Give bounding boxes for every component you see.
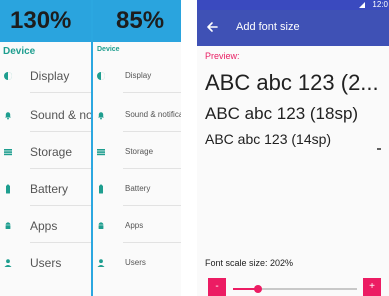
person-icon [96,258,106,268]
brightness-icon [96,71,106,81]
row-divider [30,92,91,93]
row-divider [30,131,91,132]
status-bar: 12:0 [197,0,389,10]
settings-panel-130: 130% Device Display Sound & notification S… [0,0,91,296]
font-size-screen: 12:0 Add font size Preview: ABC abc 123 … [197,0,389,296]
settings-item-label: Display [125,71,152,80]
row-divider [123,92,181,93]
signal-icon [359,2,365,8]
android-icon [3,221,13,231]
row-divider [123,205,181,206]
font-scale-readout: Font scale size: 202% [205,258,294,268]
settings-item[interactable]: Battery [93,178,181,215]
preview-label: Preview: [205,51,240,61]
settings-item[interactable]: Battery [0,178,91,215]
scale-header: 85% [93,0,181,42]
settings-item-label: Apps [30,219,58,233]
settings-item-label: Storage [125,147,154,156]
settings-item-label: Storage [30,145,73,159]
sample-text-large: ABC abc 123 (2... [205,70,379,95]
settings-item-label: Apps [125,221,144,230]
row-divider [30,242,91,243]
row-divider [123,168,181,169]
edge-indicator [377,148,381,150]
sample-text-14sp: ABC abc 123 (14sp) [205,131,332,147]
bell-icon [3,110,13,120]
font-scale-slider[interactable] [233,283,357,295]
increase-button[interactable]: + [363,278,381,296]
back-arrow-icon[interactable] [205,20,219,34]
row-divider [123,242,181,243]
row-divider [123,131,181,132]
settings-item[interactable]: Sound & notification [0,104,91,141]
settings-item[interactable]: Display [93,65,181,102]
brightness-icon [3,71,13,81]
sample-text-18sp: ABC abc 123 (18sp) [205,104,359,123]
row-divider [30,205,91,206]
settings-item-label: Users [30,256,62,270]
settings-item[interactable]: Apps [0,215,91,252]
settings-item[interactable]: Display [0,65,91,102]
settings-item-label: Sound & notification [125,110,181,119]
scale-header: 130% [0,0,91,42]
app-title: Add font size [236,21,300,33]
settings-item[interactable]: Users [0,252,91,289]
settings-item[interactable]: Sound & notification [93,104,181,141]
storage-icon [96,147,106,157]
settings-item[interactable]: Users [93,252,181,289]
settings-item-label: Sound & notification [30,108,91,122]
settings-item[interactable]: Storage [0,141,91,178]
section-title-device: Device [3,46,36,57]
scale-percentage: 85% [116,7,165,34]
bell-icon [96,110,106,120]
person-icon [3,258,13,268]
settings-item-label: Users [125,258,146,267]
settings-item-label: Display [30,69,70,83]
settings-item[interactable]: Apps [93,215,181,252]
row-divider [30,168,91,169]
storage-icon [3,147,13,157]
scale-percentage: 130% [10,7,72,34]
decrease-button[interactable]: - [208,278,226,296]
android-icon [96,221,106,231]
settings-item-label: Battery [125,184,151,193]
settings-item[interactable]: Storage [93,141,181,178]
battery-icon [96,184,106,194]
settings-panel-85: 85% Device Display Sound & notification St… [93,0,181,296]
battery-icon [3,184,13,194]
slider-thumb[interactable] [253,285,262,293]
settings-item-label: Battery [30,182,69,196]
section-title-device: Device [97,46,120,53]
app-bar: Add font size [197,10,389,46]
status-time: 12:0 [372,0,388,9]
